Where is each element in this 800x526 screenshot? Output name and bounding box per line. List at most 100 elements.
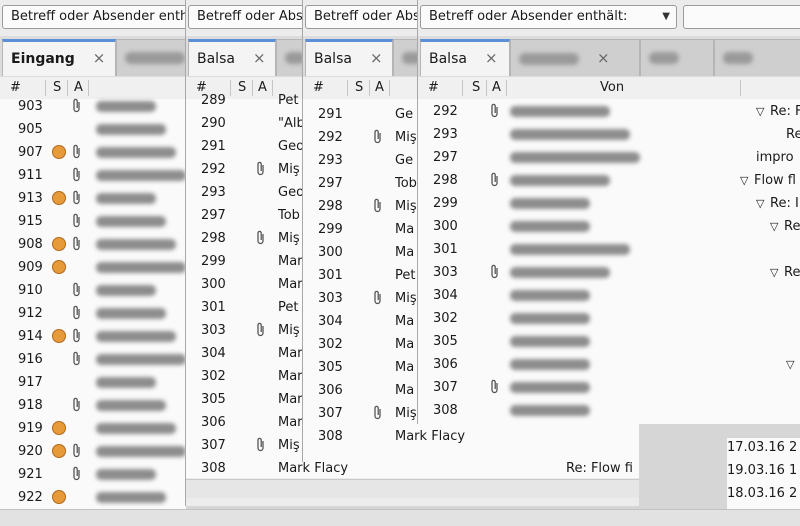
message-number: 289 <box>201 93 226 108</box>
forwarded-icon <box>52 329 66 343</box>
close-tab-icon[interactable]: × <box>485 49 498 67</box>
table-row[interactable]: 917 <box>0 371 186 394</box>
sender-name: Miş <box>278 162 300 177</box>
tab-balsa[interactable]: Balsa × <box>188 39 276 76</box>
table-row[interactable]: 913 <box>0 187 186 210</box>
column-num[interactable]: # <box>428 80 439 95</box>
redacted-sender <box>510 313 590 324</box>
blurred-tab-label <box>519 53 579 65</box>
message-number: 918 <box>18 398 43 413</box>
thread-expander-icon[interactable]: ▽ <box>770 261 778 284</box>
tab-blurred[interactable] <box>714 39 800 76</box>
tab-balsa[interactable]: Balsa × <box>420 39 510 76</box>
table-row[interactable]: 905 <box>0 118 186 141</box>
table-row[interactable]: 920 <box>0 440 186 463</box>
column-s[interactable]: S <box>472 80 480 95</box>
tab-blurred[interactable] <box>640 39 714 76</box>
dropdown-arrow-icon[interactable]: ▼ <box>662 6 670 28</box>
table-row[interactable]: 914 <box>0 325 186 348</box>
table-row[interactable]: 297 impro <box>418 146 800 169</box>
table-row[interactable]: 298 ▽ Flow fl <box>418 169 800 192</box>
table-row[interactable]: 916 <box>0 348 186 371</box>
table-row[interactable]: 301 <box>418 238 800 261</box>
table-row[interactable]: 910 <box>0 279 186 302</box>
tab-balsa[interactable]: Balsa × <box>305 39 393 76</box>
date-column-fragment: 17.03.16 2 19.03.16 1 18.03.16 2 <box>727 438 800 510</box>
sender-name: Miş <box>278 231 300 246</box>
message-list[interactable]: 292 ▽ Re: F 293 Re 297 impro 298 ▽ Flow fl 299 ▽ Re:… <box>418 99 800 424</box>
table-row[interactable]: 304 <box>418 284 800 307</box>
column-a[interactable]: A <box>492 80 501 95</box>
table-row[interactable]: 922 <box>0 486 186 509</box>
table-row[interactable]: 907 <box>0 141 186 164</box>
thread-expander-icon[interactable]: ▽ <box>770 215 778 238</box>
message-number: 299 <box>201 254 226 269</box>
sender-name: Mar <box>278 277 303 292</box>
column-divider[interactable] <box>506 80 507 96</box>
column-divider[interactable] <box>486 80 487 96</box>
column-divider[interactable] <box>88 80 89 96</box>
tab-blurred[interactable] <box>116 39 186 76</box>
table-row[interactable]: 305 <box>418 330 800 353</box>
message-number: 298 <box>433 173 458 188</box>
column-s[interactable]: S <box>53 80 61 95</box>
redacted-sender <box>96 308 166 319</box>
message-number: 300 <box>318 245 343 260</box>
column-divider[interactable] <box>369 80 370 96</box>
table-row[interactable]: 308Mark FlacyRe: Flo <box>303 425 639 448</box>
table-row[interactable]: 299 ▽ Re: I <box>418 192 800 215</box>
table-row[interactable]: 293 Re <box>418 123 800 146</box>
search-filter-combo[interactable]: Betreff oder Absender enthält: <box>2 5 186 29</box>
table-row[interactable]: 302 <box>418 307 800 330</box>
close-tab-icon[interactable]: × <box>597 49 610 67</box>
table-row[interactable]: 918 <box>0 394 186 417</box>
table-row[interactable]: 303 ▽ Re <box>418 261 800 284</box>
redacted-sender <box>96 423 176 434</box>
table-row[interactable]: 911 <box>0 164 186 187</box>
table-row[interactable]: 912 <box>0 302 186 325</box>
column-divider[interactable] <box>45 80 46 96</box>
column-divider[interactable] <box>67 80 68 96</box>
column-von[interactable]: Von <box>600 80 624 95</box>
message-list[interactable]: 903 905 907 911 913 915 908 909 910 912 914 916 917 9… <box>0 98 186 510</box>
table-row[interactable]: 921 <box>0 463 186 486</box>
message-number: 907 <box>18 145 43 160</box>
column-a[interactable]: A <box>74 80 83 95</box>
thread-expander-icon[interactable]: ▽ <box>756 192 764 215</box>
table-row[interactable]: 308 <box>418 399 800 422</box>
table-row[interactable]: 903 <box>0 95 186 118</box>
search-input[interactable] <box>683 5 800 29</box>
column-num[interactable]: # <box>313 80 324 95</box>
message-number: 304 <box>318 314 343 329</box>
redacted-sender <box>510 359 590 370</box>
table-row[interactable]: 915 <box>0 210 186 233</box>
redacted-sender <box>96 492 166 503</box>
table-row[interactable]: 300 ▽ Re <box>418 215 800 238</box>
table-row[interactable]: 307 <box>418 376 800 399</box>
column-divider[interactable] <box>347 80 348 96</box>
close-tab-icon[interactable]: × <box>370 49 383 67</box>
search-filter-combo[interactable]: Betreff oder Absender enthält: ▼ <box>420 5 677 29</box>
thread-expander-icon[interactable]: ▽ <box>740 169 748 192</box>
table-row[interactable]: 909 <box>0 256 186 279</box>
column-s[interactable]: S <box>355 80 363 95</box>
redacted-sender <box>510 244 630 255</box>
message-number: 920 <box>18 444 43 459</box>
table-row[interactable]: 306 ▽ <box>418 353 800 376</box>
tab-eingang[interactable]: Eingang × <box>2 39 116 76</box>
table-row[interactable]: 908 <box>0 233 186 256</box>
thread-expander-icon[interactable]: ▽ <box>756 100 764 123</box>
tab-blurred[interactable]: × <box>510 39 640 76</box>
column-divider[interactable] <box>389 80 390 96</box>
column-divider[interactable] <box>462 80 463 96</box>
table-row[interactable]: 919 <box>0 417 186 440</box>
column-num[interactable]: # <box>10 80 21 95</box>
column-a[interactable]: A <box>375 80 384 95</box>
sender-name: Ma <box>395 245 415 260</box>
column-divider[interactable] <box>740 80 741 96</box>
close-tab-icon[interactable]: × <box>93 49 106 67</box>
thread-expander-icon[interactable]: ▽ <box>786 353 794 376</box>
close-tab-icon[interactable]: × <box>253 49 266 67</box>
horizontal-scrollbar[interactable] <box>186 479 639 498</box>
table-row[interactable]: 292 ▽ Re: F <box>418 100 800 123</box>
